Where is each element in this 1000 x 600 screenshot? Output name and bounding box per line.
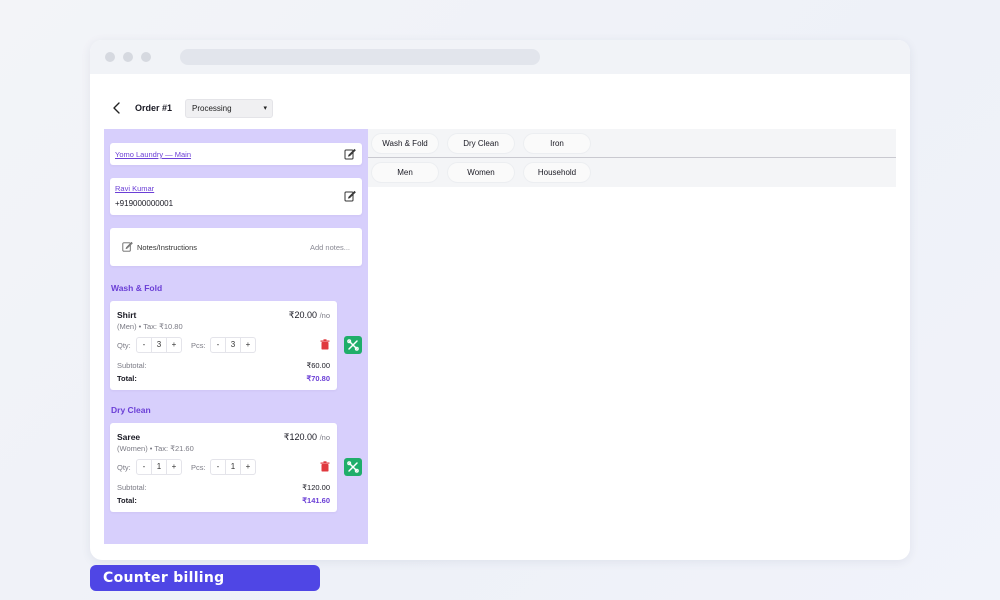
tab-iron[interactable]: Iron xyxy=(524,134,590,153)
store-link[interactable]: Yomo Laundry — Main xyxy=(115,150,191,159)
qty-increment-button[interactable]: + xyxy=(167,338,181,352)
chevron-down-icon: ▾ xyxy=(263,105,267,112)
order-panel: Yomo Laundry — Main Ravi Kumar +91900000… xyxy=(104,129,368,544)
pencil-icon xyxy=(122,241,133,252)
customer-name-link[interactable]: Ravi Kumar xyxy=(115,184,154,193)
pcs-value[interactable]: 1 xyxy=(225,460,241,474)
tools-icon xyxy=(347,461,359,473)
pcs-decrement-button[interactable]: - xyxy=(211,338,225,352)
window-maximize-dot[interactable] xyxy=(141,52,151,62)
trash-icon[interactable] xyxy=(320,339,330,350)
section-title-wash-fold: Wash & Fold xyxy=(111,283,163,293)
subtotal-label: Subtotal: xyxy=(117,361,147,370)
pcs-value[interactable]: 3 xyxy=(225,338,241,352)
pcs-increment-button[interactable]: + xyxy=(241,338,255,352)
item-price-unit: /no xyxy=(319,311,330,320)
qty-value[interactable]: 1 xyxy=(151,460,167,474)
qty-label: Qty: xyxy=(117,463,131,472)
edit-customer-icon[interactable] xyxy=(344,190,356,202)
order-item-card: Saree (Women) • Tax: ₹21.60 ₹120.00 /no … xyxy=(110,423,337,512)
tab-dry-clean[interactable]: Dry Clean xyxy=(448,134,514,153)
tools-icon xyxy=(347,339,359,351)
item-options-button[interactable] xyxy=(344,458,362,476)
total-value: ₹70.80 xyxy=(306,374,330,383)
qty-stepper: - 3 + xyxy=(136,337,182,353)
caption-badge: Counter billing xyxy=(90,565,320,591)
item-price-unit: /no xyxy=(319,433,330,442)
item-meta: (Women) • Tax: ₹21.60 xyxy=(117,444,194,453)
item-price: ₹20.00 /no xyxy=(289,310,330,321)
order-item-card: Shirt (Men) • Tax: ₹10.80 ₹20.00 /no Qty… xyxy=(110,301,337,390)
total-value: ₹141.60 xyxy=(302,496,330,505)
window-close-dot[interactable] xyxy=(105,52,115,62)
qty-decrement-button[interactable]: - xyxy=(137,460,151,474)
edit-store-icon[interactable] xyxy=(344,148,356,160)
section-title-dry-clean: Dry Clean xyxy=(111,405,151,415)
order-status-select[interactable]: Processing ▾ xyxy=(185,99,273,118)
item-price-value: ₹20.00 xyxy=(288,310,318,320)
subtotal-value: ₹120.00 xyxy=(302,483,330,492)
pcs-stepper: - 1 + xyxy=(210,459,256,475)
back-arrow-icon[interactable] xyxy=(110,101,124,115)
item-options-button[interactable] xyxy=(344,336,362,354)
item-meta: (Men) • Tax: ₹10.80 xyxy=(117,322,183,331)
pcs-stepper: - 3 + xyxy=(210,337,256,353)
add-notes-link[interactable]: Add notes... xyxy=(310,243,350,252)
window-minimize-dot[interactable] xyxy=(123,52,133,62)
customer-card: Ravi Kumar +919000000001 xyxy=(110,178,362,215)
item-price-value: ₹120.00 xyxy=(283,432,318,442)
address-bar[interactable] xyxy=(180,49,540,65)
notes-label: Notes/Instructions xyxy=(137,243,198,252)
app-window: Order #1 Processing ▾ Yomo Laundry — Mai… xyxy=(90,40,910,560)
order-status-value: Processing xyxy=(192,104,232,113)
notes-card[interactable]: Notes/Instructions Add notes... xyxy=(110,228,362,266)
catalog-panel: Wash & Fold Dry Clean Iron Men Women Hou… xyxy=(368,129,896,187)
qty-value[interactable]: 3 xyxy=(151,338,167,352)
pcs-increment-button[interactable]: + xyxy=(241,460,255,474)
service-tabs: Wash & Fold Dry Clean Iron xyxy=(368,129,896,158)
tab-women[interactable]: Women xyxy=(448,163,514,182)
store-card: Yomo Laundry — Main xyxy=(110,143,362,165)
pcs-label: Pcs: xyxy=(191,463,206,472)
customer-phone: +919000000001 xyxy=(115,199,174,208)
qty-increment-button[interactable]: + xyxy=(167,460,181,474)
qty-decrement-button[interactable]: - xyxy=(137,338,151,352)
pcs-label: Pcs: xyxy=(191,341,206,350)
item-name: Saree xyxy=(117,432,141,442)
qty-label: Qty: xyxy=(117,341,131,350)
page-title: Order #1 xyxy=(135,103,173,113)
pcs-decrement-button[interactable]: - xyxy=(211,460,225,474)
qty-stepper: - 1 + xyxy=(136,459,182,475)
total-label: Total: xyxy=(117,496,137,505)
tab-wash-fold[interactable]: Wash & Fold xyxy=(372,134,438,153)
tab-household[interactable]: Household xyxy=(524,163,590,182)
item-price: ₹120.00 /no xyxy=(284,432,330,443)
tab-men[interactable]: Men xyxy=(372,163,438,182)
item-name: Shirt xyxy=(117,310,137,320)
subtotal-label: Subtotal: xyxy=(117,483,147,492)
browser-titlebar xyxy=(90,40,910,74)
trash-icon[interactable] xyxy=(320,461,330,472)
subtotal-value: ₹60.00 xyxy=(306,361,330,370)
category-tabs: Men Women Household xyxy=(368,158,896,187)
total-label: Total: xyxy=(117,374,137,383)
